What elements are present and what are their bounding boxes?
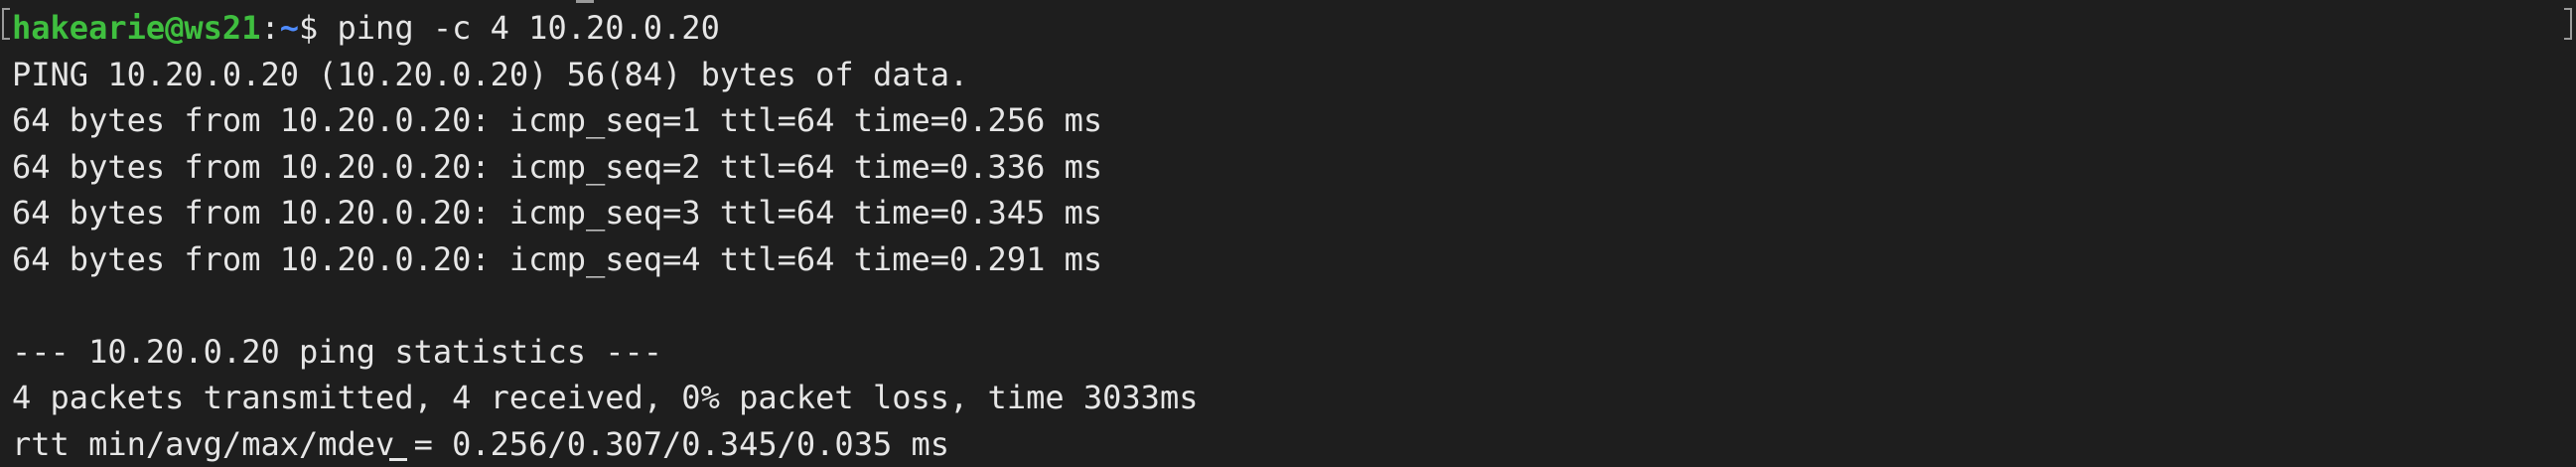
ping-header-line: PING 10.20.0.20 (10.20.0.20) 56(84) byte… bbox=[12, 56, 969, 93]
right-bracket-marker bbox=[2564, 8, 2572, 40]
prompt-line: hakearie@ws21:~$ ping -c 4 10.20.0.20 bbox=[12, 5, 720, 51]
ping-reply-line: 64 bytes from 10.20.0.20: icmp_seq=1 ttl… bbox=[12, 101, 1103, 139]
ping-reply-line: 64 bytes from 10.20.0.20: icmp_seq=4 ttl… bbox=[12, 240, 1103, 278]
terminal-window[interactable]: hakearie@ws21:~$ ping -c 4 10.20.0.20 PI… bbox=[0, 0, 2576, 463]
prompt-command: ping -c 4 10.20.0.20 bbox=[318, 9, 720, 47]
stats-header-line: --- 10.20.0.20 ping statistics --- bbox=[12, 333, 663, 371]
ping-reply-line: 64 bytes from 10.20.0.20: icmp_seq=3 ttl… bbox=[12, 194, 1103, 232]
prompt-path: ~ bbox=[279, 9, 299, 47]
ping-reply-line: 64 bytes from 10.20.0.20: icmp_seq=2 ttl… bbox=[12, 148, 1103, 186]
stats-packets-line: 4 packets transmitted, 4 received, 0% pa… bbox=[12, 379, 1199, 416]
stats-rtt-line: rtt min/avg/max/mdev = 0.256/0.307/0.345… bbox=[12, 425, 950, 463]
selection-marker bbox=[576, 0, 594, 3]
left-bracket-marker bbox=[2, 8, 10, 40]
text-cursor bbox=[389, 458, 407, 461]
prompt-separator: : bbox=[260, 9, 280, 47]
prompt-user-host: hakearie@ws21 bbox=[12, 9, 261, 47]
prompt-symbol: $ bbox=[298, 9, 319, 47]
